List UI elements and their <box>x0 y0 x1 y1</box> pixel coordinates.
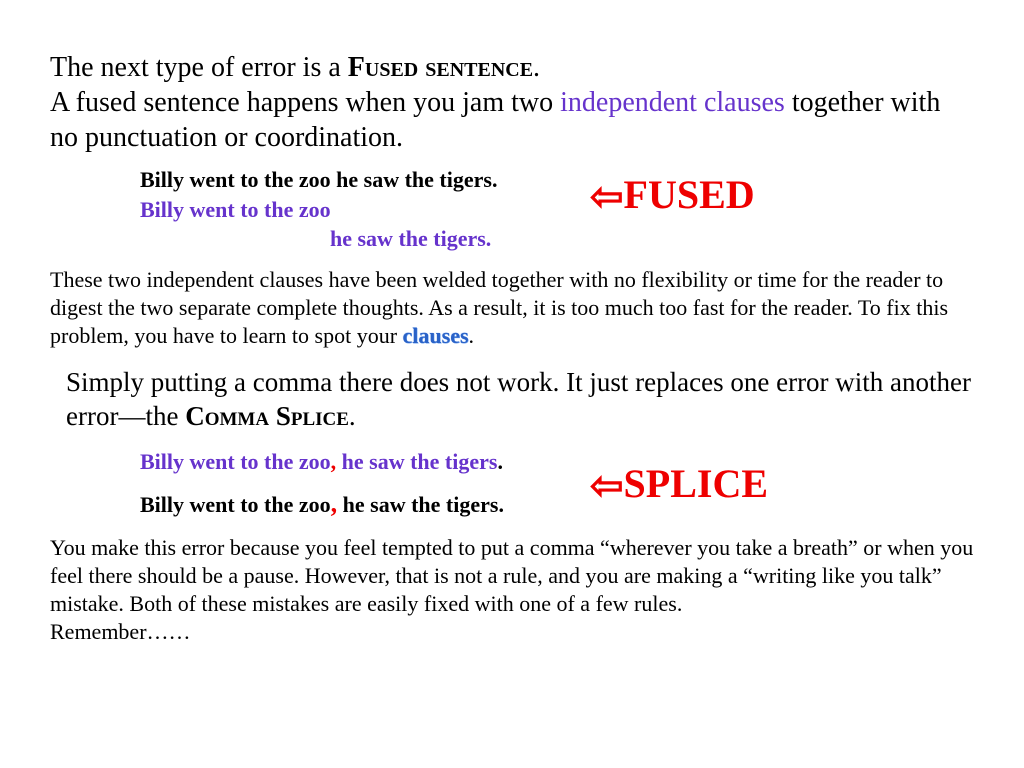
callout-fused: ⇦FUSED <box>590 171 755 220</box>
example-fused-clause2: he saw the tigers. <box>330 224 974 254</box>
intro-line2-pre: A fused sentence happens when you jam tw… <box>50 87 560 118</box>
example-splice-purple: Billy went to the zoo, he saw the tigers… <box>140 442 974 482</box>
term-independent-clauses: independent clauses <box>560 87 785 118</box>
splice-p-clause2: he saw the tigers <box>336 449 497 474</box>
remember-line: Remember…… <box>50 618 974 646</box>
arrow-left-icon: ⇦ <box>590 450 624 522</box>
callout-fused-label: FUSED <box>624 172 755 217</box>
term-comma-splice: Comma Splice <box>185 401 349 431</box>
example-fused: Billy went to the zoo he saw the tigers.… <box>140 165 974 254</box>
example-splice-row: Billy went to the zoo, he saw the tigers… <box>140 442 974 528</box>
para1-post: . <box>469 323 475 348</box>
example-fused-full: Billy went to the zoo he saw the tigers. <box>140 165 974 195</box>
para1-pre: These two independent clauses have been … <box>50 267 948 348</box>
callout-splice: ⇦SPLICE <box>590 448 768 522</box>
splice-b-clause2: he saw the tigers. <box>337 492 504 517</box>
callout-splice-label: SPLICE <box>624 461 769 506</box>
paragraph-explain-fused: These two independent clauses have been … <box>50 266 974 350</box>
slide-content: The next type of error is a Fused senten… <box>0 0 1024 677</box>
term-fused-sentence: Fused sentence <box>348 52 533 83</box>
example-fused-row: Billy went to the zoo he saw the tigers.… <box>140 165 974 254</box>
mid-paragraph: Simply putting a comma there does not wo… <box>66 365 974 434</box>
term-clauses: clauses <box>403 323 469 348</box>
intro-line1-post: . <box>533 52 540 83</box>
splice-p-clause1: Billy went to the zoo <box>140 449 331 474</box>
example-fused-clause1: Billy went to the zoo <box>140 195 974 225</box>
intro-block: The next type of error is a Fused senten… <box>50 50 974 155</box>
splice-p-end: . <box>497 449 503 474</box>
intro-line1-pre: The next type of error is a <box>50 52 348 83</box>
paragraph-explain-splice: You make this error because you feel tem… <box>50 534 974 618</box>
example-splice-black: Billy went to the zoo, he saw the tigers… <box>140 481 974 528</box>
splice-b-clause1: Billy went to the zoo <box>140 492 331 517</box>
arrow-left-icon: ⇦ <box>590 174 624 220</box>
mid-post: . <box>349 401 356 431</box>
